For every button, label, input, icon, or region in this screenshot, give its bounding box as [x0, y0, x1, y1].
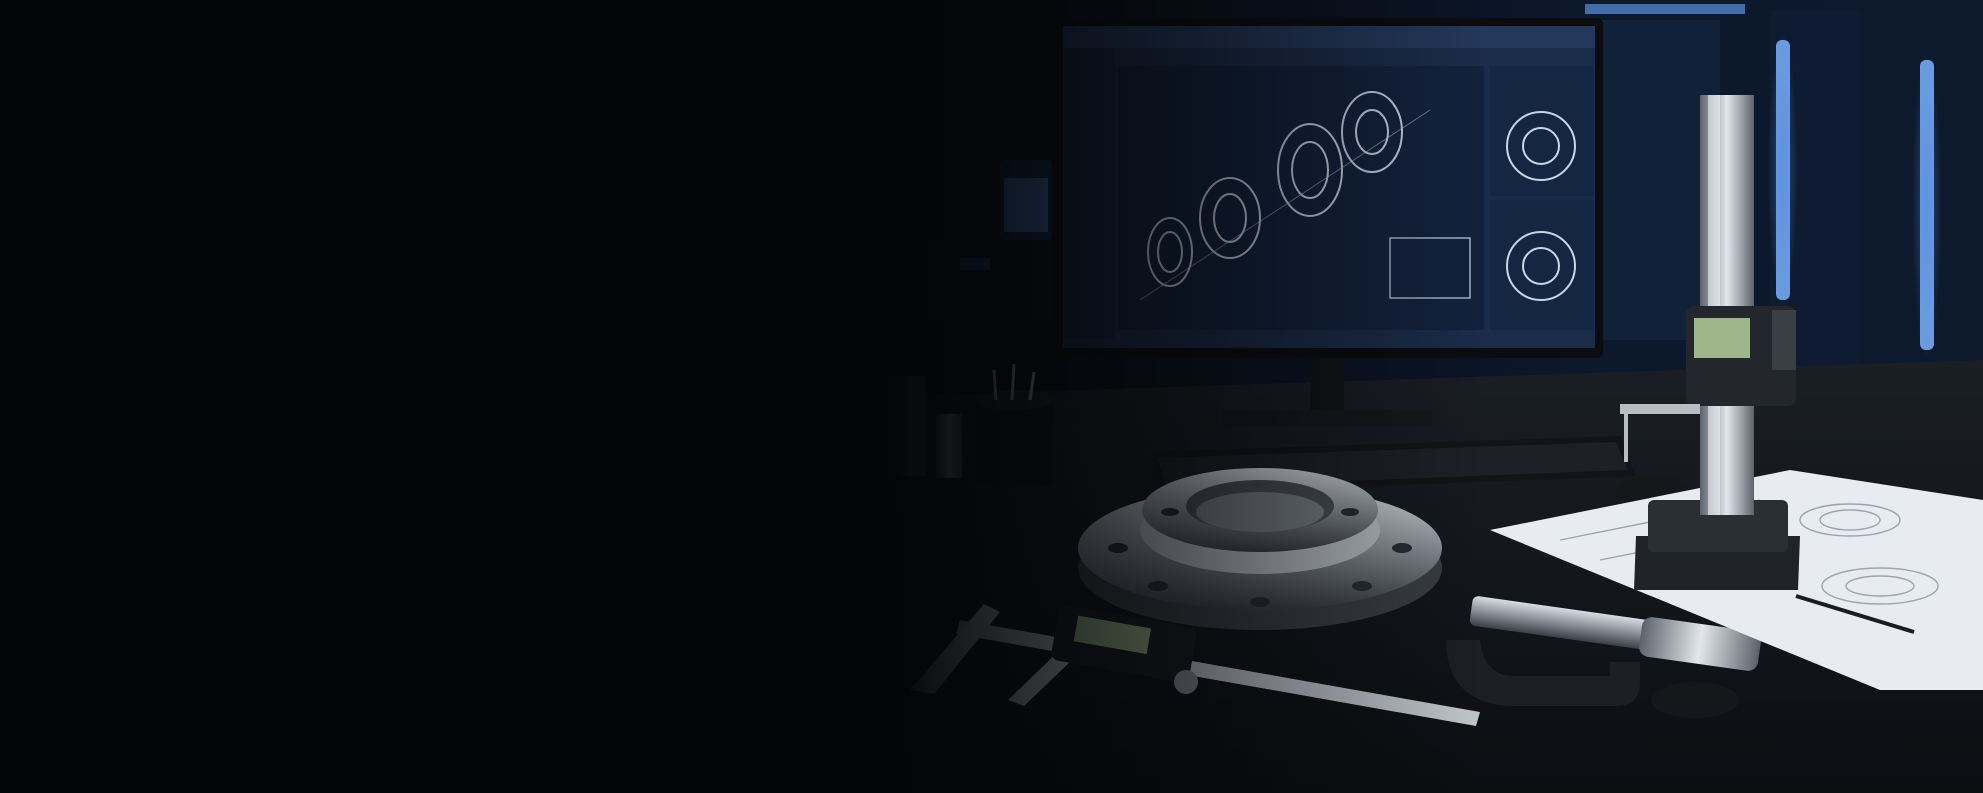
- workspace-photo: [0, 0, 1983, 793]
- hero-banner: [0, 0, 1983, 793]
